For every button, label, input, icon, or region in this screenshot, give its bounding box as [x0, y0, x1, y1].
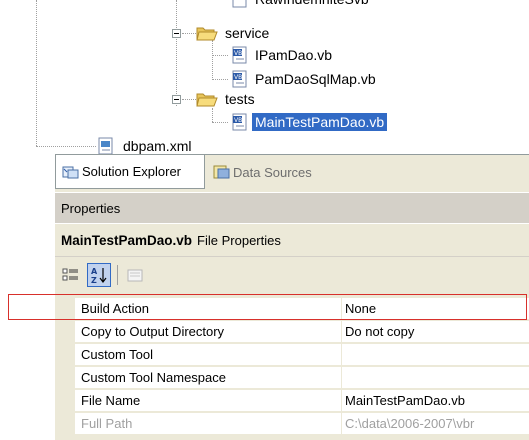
property-row-custom-tool-namespace[interactable]: Custom Tool Namespace: [55, 367, 529, 390]
tree-item-maintestpamdao[interactable]: VB MainTestPamDao.vb: [232, 112, 388, 132]
vb-file-icon: VB: [232, 70, 247, 88]
property-value: C:\data\2006-2007\vbr: [342, 413, 529, 435]
tab-data-sources[interactable]: Data Sources: [207, 155, 377, 189]
tab-solution-explorer[interactable]: Solution Explorer: [55, 155, 205, 189]
property-row-file-name[interactable]: File Name MainTestPamDao.vb: [55, 390, 529, 413]
tree-item-label: RawIndemniteSvb: [252, 0, 372, 8]
property-name: Custom Tool Namespace: [75, 367, 341, 389]
data-sources-icon: [213, 165, 230, 179]
toolbar-separator: [117, 265, 118, 285]
property-value[interactable]: None: [342, 298, 529, 320]
property-name: File Name: [75, 390, 341, 412]
expander-service[interactable]: [172, 29, 181, 38]
tree-item-dbpam-xml[interactable]: dbpam.xml: [98, 136, 194, 154]
folder-open-icon: [196, 93, 218, 107]
xml-file-icon: [98, 137, 113, 154]
tree-item-label-selected: MainTestPamDao.vb: [252, 113, 388, 131]
properties-title: Properties: [61, 200, 121, 216]
tree-item-pamdaosqlmap[interactable]: VB PamDaoSqlMap.vb: [232, 69, 379, 89]
tree-item-label: service: [225, 25, 270, 41]
property-row-full-path[interactable]: Full Path C:\data\2006-2007\vbr: [55, 413, 529, 436]
vb-file-icon: VB: [232, 46, 247, 64]
tree-item-service[interactable]: service: [196, 23, 272, 43]
folder-open-icon: [196, 27, 218, 41]
tab-label: Solution Explorer: [82, 164, 181, 179]
property-row-custom-tool[interactable]: Custom Tool: [55, 344, 529, 367]
property-name: Full Path: [75, 413, 341, 435]
tab-label: Data Sources: [233, 164, 312, 180]
svg-text:VB: VB: [234, 117, 242, 124]
property-row-copy-to-output[interactable]: Copy to Output Directory Do not copy: [55, 321, 529, 344]
tree-item-label: tests: [225, 91, 255, 107]
properties-title-bar: Properties: [55, 192, 529, 223]
properties-toolbar: A Z: [55, 256, 529, 293]
alphabetical-sort-icon: A Z: [91, 267, 107, 284]
left-gutter: [0, 154, 55, 440]
solution-tree: RawIndemniteSvb service VB IPamDao.vb VB…: [0, 0, 529, 154]
property-grid: Build Action None Copy to Output Directo…: [55, 293, 529, 440]
vb-file-icon: VB: [232, 113, 247, 131]
property-row-build-action[interactable]: Build Action None: [55, 298, 529, 321]
property-name: Copy to Output Directory: [75, 321, 341, 343]
tree-item-label: dbpam.xml: [123, 138, 192, 154]
property-value[interactable]: Do not copy: [342, 321, 529, 343]
properties-object-selector[interactable]: MainTestPamDao.vb File Properties: [55, 224, 529, 256]
tree-item-label: PamDaoSqlMap.vb: [255, 71, 376, 87]
svg-text:VB: VB: [234, 74, 242, 81]
svg-text:Z: Z: [91, 276, 97, 284]
property-pages-button[interactable]: [123, 263, 147, 287]
tree-item-tests[interactable]: tests: [196, 89, 258, 109]
categorized-button[interactable]: [59, 263, 83, 287]
property-pages-icon: [127, 269, 143, 282]
tree-item-ipamdao[interactable]: VB IPamDao.vb: [232, 45, 335, 65]
alphabetical-button[interactable]: A Z: [87, 263, 111, 287]
property-value[interactable]: [342, 344, 529, 366]
svg-text:VB: VB: [234, 50, 242, 57]
categorized-icon: [62, 268, 78, 281]
property-value[interactable]: [342, 367, 529, 389]
solution-explorer-icon: [62, 166, 79, 178]
tool-window-tabs: Solution Explorer Data Sources: [55, 154, 529, 192]
tree-item-label: IPamDao.vb: [255, 47, 333, 63]
property-value[interactable]: MainTestPamDao.vb: [342, 390, 529, 412]
tree-item-rawindemnite[interactable]: RawIndemniteSvb: [232, 0, 372, 9]
svg-text:A: A: [91, 267, 98, 276]
vb-file-icon: [232, 0, 247, 8]
expander-tests[interactable]: [172, 95, 181, 104]
property-name: Custom Tool: [75, 344, 341, 366]
property-name: Build Action: [75, 298, 341, 320]
object-type: File Properties: [197, 232, 281, 248]
object-name: MainTestPamDao.vb: [61, 232, 193, 248]
